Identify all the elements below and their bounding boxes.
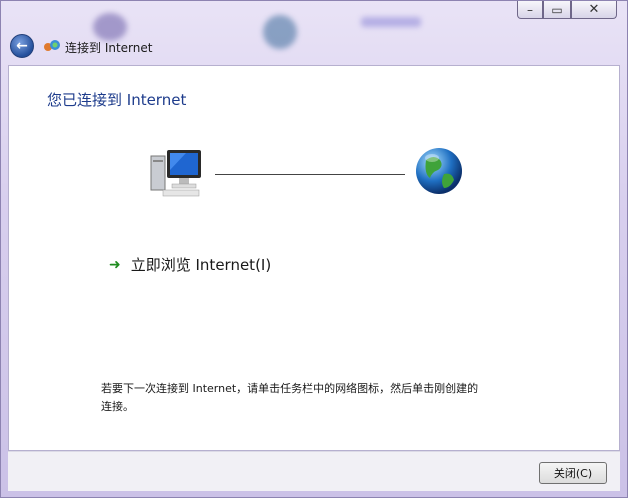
- close-button[interactable]: 关闭(C): [539, 462, 607, 484]
- minimize-icon: –: [527, 2, 533, 17]
- window-title: 连接到 Internet: [65, 41, 153, 55]
- green-arrow-icon: ➜: [109, 256, 121, 273]
- browse-internet-link[interactable]: ➜ 立即浏览 Internet(I): [109, 254, 271, 275]
- minimize-button[interactable]: –: [517, 1, 543, 19]
- page-heading: 您已连接到 Internet: [47, 91, 187, 109]
- caption-buttons: – ▭ ✕: [517, 1, 617, 19]
- instruction-text: 若要下一次连接到 Internet，请单击任务栏中的网络图标，然后单击刚创建的连…: [101, 382, 479, 413]
- close-window-button[interactable]: ✕: [571, 1, 617, 19]
- computer-icon: [150, 150, 201, 197]
- maximize-icon: ▭: [551, 2, 563, 17]
- close-icon: ✕: [588, 2, 600, 17]
- content-panel: 您已连接到 Internet ➜ 立即浏览 Internet(I) 若要下一次连…: [8, 65, 620, 451]
- browse-internet-label: 立即浏览 Internet(I): [130, 256, 272, 274]
- footer-bar: 关闭(C): [8, 451, 620, 491]
- back-arrow-icon: ←: [16, 38, 28, 54]
- dialog-window: – ▭ ✕ ← 连接到 Internet 您已连接到 Internet ➜ 立即…: [0, 0, 628, 498]
- connection-line: [215, 174, 405, 175]
- globe-icon: [416, 148, 462, 194]
- network-icon: [44, 40, 60, 51]
- title-bar: – ▭ ✕ ← 连接到 Internet: [1, 1, 627, 65]
- back-button[interactable]: ←: [10, 34, 34, 58]
- maximize-button[interactable]: ▭: [543, 1, 571, 19]
